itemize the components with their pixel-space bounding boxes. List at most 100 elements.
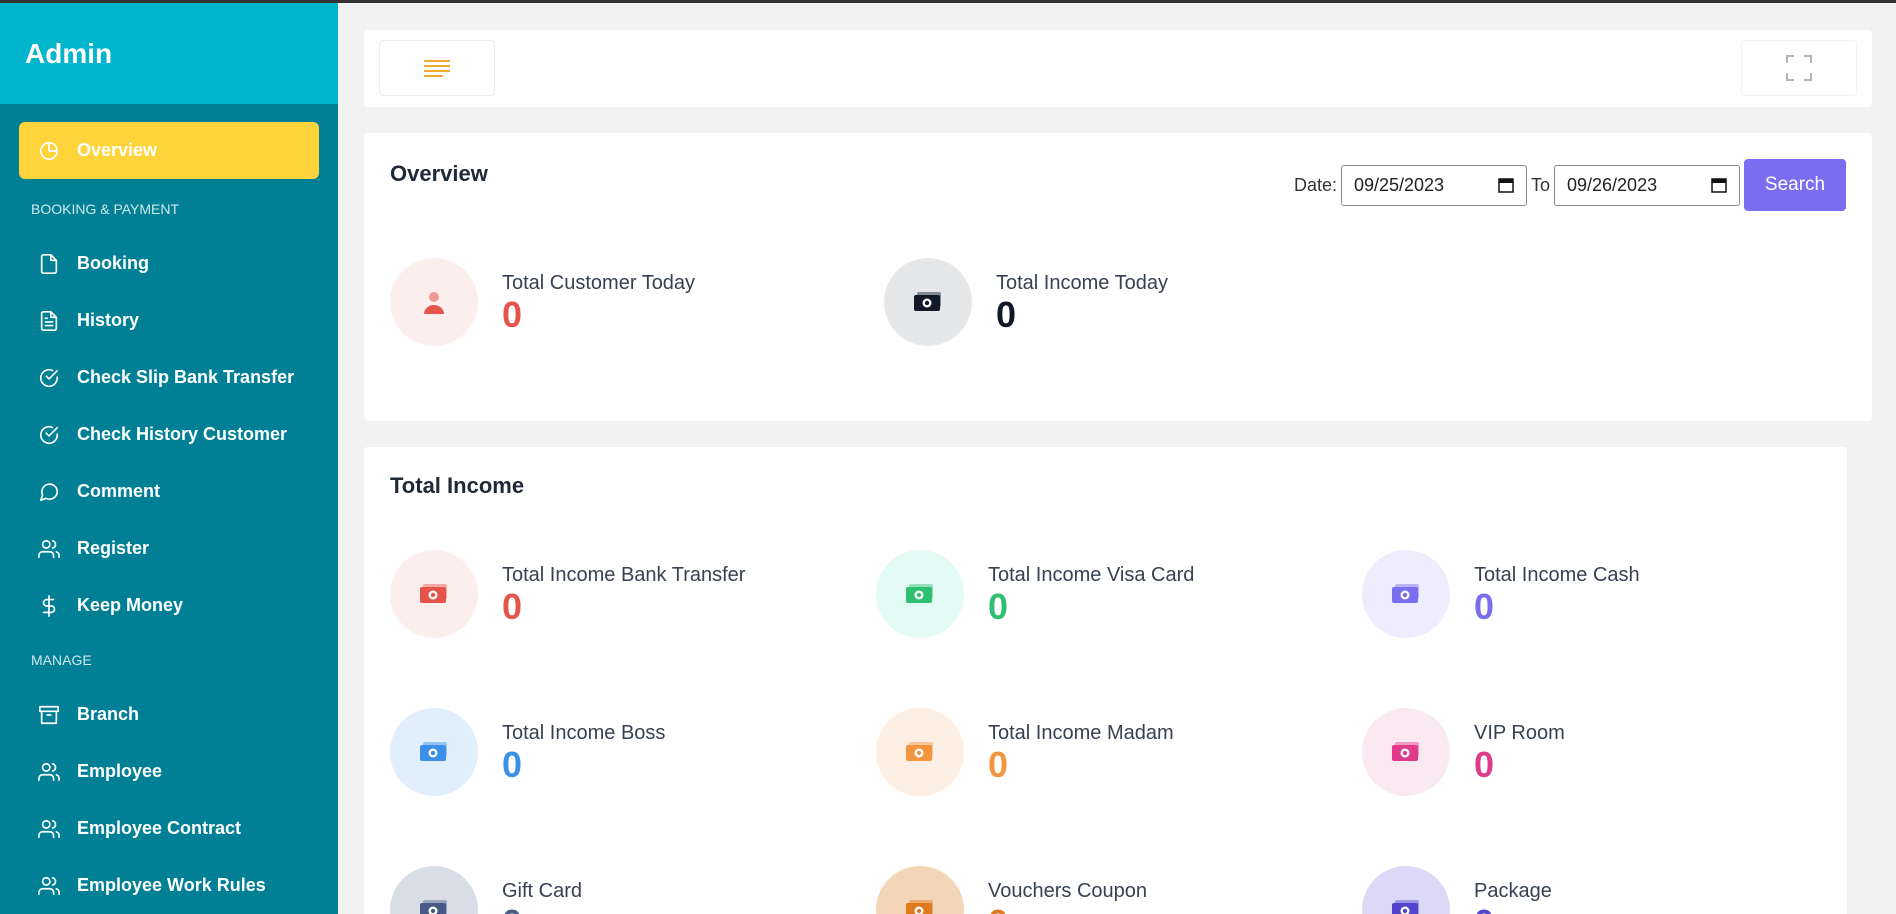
money-icon [1362, 866, 1450, 914]
money-icon [390, 708, 478, 796]
stat-gift-card: Gift Card 0 [390, 866, 582, 914]
stat-value: 0 [502, 585, 523, 627]
stat-total-income-today: Total Income Today 0 [884, 258, 1168, 346]
sidebar-item-label: Branch [77, 704, 140, 724]
dollar-icon [38, 594, 60, 617]
sidebar-item-keep-money[interactable]: Keep Money [19, 577, 319, 634]
stat-label: Gift Card [502, 879, 583, 902]
sidebar-item-employee[interactable]: Employee [19, 743, 319, 800]
stat-total-income-boss: Total Income Boss 0 [390, 708, 665, 796]
money-icon [390, 866, 478, 914]
search-button[interactable]: Search [1744, 159, 1846, 211]
sidebar-section-label: MANAGE [31, 652, 92, 668]
stat-value: 0 [1474, 743, 1495, 785]
users-icon [38, 761, 60, 783]
stat-total-income-cash: Total Income Cash 0 [1362, 550, 1640, 638]
archive-icon [38, 704, 60, 726]
sidebar-item-check-history-customer[interactable]: Check History Customer [19, 406, 319, 463]
overview-title: Overview [390, 161, 488, 186]
sidebar-item-label: Register [77, 538, 150, 558]
money-icon [876, 708, 964, 796]
sidebar-item-label: Employee Work Rules [77, 875, 266, 895]
fullscreen-button[interactable] [1741, 40, 1857, 96]
sidebar-item-label: Check Slip Bank Transfer [77, 367, 295, 387]
sidebar-item-label: Overview [77, 140, 158, 160]
sidebar-item-register[interactable]: Register [19, 520, 319, 577]
stat-value: 0 [502, 743, 523, 785]
file-text-icon [38, 310, 60, 332]
stat-value: 0 [1474, 904, 1552, 914]
brand-title: Admin [0, 3, 338, 104]
money-icon [390, 550, 478, 638]
money-icon [876, 866, 964, 914]
stat-label: Package [1474, 879, 1552, 902]
stat-label: Total Income Boss [502, 721, 666, 744]
stat-total-income-madam: Total Income Madam 0 [876, 708, 1174, 796]
total-income-title: Total Income [390, 473, 525, 498]
users-icon [38, 538, 60, 560]
sidebar-item-employee-contract[interactable]: Employee Contract [19, 800, 319, 857]
sidebar-item-branch[interactable]: Branch [19, 686, 319, 743]
total-income-card: Total Income Total Income Bank Transfer 0… [364, 447, 1847, 914]
stat-vouchers-coupon: Vouchers Coupon 0 [876, 866, 1147, 914]
fullscreen-icon [1786, 55, 1812, 81]
stat-label: Total Income Madam [988, 721, 1174, 744]
stat-value: 0 [502, 904, 582, 914]
sidebar-item-label: Comment [77, 481, 161, 501]
sidebar-item-comment[interactable]: Comment [19, 463, 319, 520]
stat-label: VIP Room [1474, 721, 1565, 744]
calendar-icon [1498, 178, 1514, 193]
stat-label: Vouchers Coupon [988, 879, 1148, 902]
stat-label: Total Income Bank Transfer [502, 563, 746, 586]
stat-label: Total Income Visa Card [988, 563, 1195, 586]
stat-total-income-visa-card: Total Income Visa Card 0 [876, 550, 1194, 638]
sidebar-item-booking[interactable]: Booking [19, 235, 319, 292]
stat-total-customer-today: Total Customer Today 0 [390, 258, 695, 346]
stat-label: Total Customer Today [502, 271, 696, 294]
stat-vip-room: VIP Room 0 [1362, 708, 1565, 796]
money-icon [1362, 708, 1450, 796]
check-circle-icon [38, 424, 60, 446]
date-to-input[interactable]: 09/26/2023 [1554, 164, 1740, 206]
sidebar-item-check-slip-bank-transfer[interactable]: Check Slip Bank Transfer [19, 349, 319, 406]
date-from-value: 09/25/2023 [1353, 174, 1445, 195]
pie-chart-icon [38, 140, 60, 162]
sidebar: Admin Overview BOOKING & PAYMENT Booking Hi… [0, 3, 338, 914]
stat-label: Total Income Today [996, 271, 1168, 294]
sidebar-item-label: Employee [77, 761, 163, 781]
sidebar-item-label: History [77, 310, 140, 330]
date-label: Date: [1293, 174, 1337, 195]
sidebar-menu: Overview BOOKING & PAYMENT Booking History C… [0, 104, 338, 914]
sidebar-item-employee-work-rules[interactable]: Employee Work Rules [19, 857, 319, 914]
date-filter: Date: 09/25/2023 To 09/26/2023 Search [1294, 159, 1846, 211]
users-icon [38, 875, 60, 897]
menu-toggle-button[interactable] [379, 40, 495, 96]
stat-value: 0 [988, 585, 1009, 627]
stat-value: 0 [996, 293, 1017, 335]
money-icon [1362, 550, 1450, 638]
users-icon [38, 818, 60, 840]
sidebar-item-label: Employee Contract [77, 818, 242, 838]
sidebar-item-label: Keep Money [77, 595, 184, 615]
money-icon [876, 550, 964, 638]
date-from-input[interactable]: 09/25/2023 [1340, 164, 1527, 206]
user-icon [390, 258, 478, 346]
file-icon [38, 253, 60, 275]
stat-value: 0 [988, 904, 1147, 914]
sidebar-section-label: BOOKING & PAYMENT [31, 201, 180, 217]
stat-value: 0 [1474, 585, 1495, 627]
stat-total-income-bank-transfer: Total Income Bank Transfer 0 [390, 550, 745, 638]
top-bar [364, 30, 1872, 107]
stat-package: Package 0 [1362, 866, 1552, 914]
hamburger-icon [424, 60, 450, 77]
overview-card: Overview Date: 09/25/2023 To 09/26/2023 … [364, 133, 1872, 421]
calendar-icon [1711, 178, 1727, 193]
stat-label: Total Income Cash [1474, 563, 1640, 586]
sidebar-item-label: Check History Customer [77, 424, 288, 444]
stat-value: 0 [988, 743, 1009, 785]
sidebar-item-label: Booking [77, 253, 149, 273]
to-label: To [1530, 174, 1550, 195]
sidebar-item-overview[interactable]: Overview [19, 122, 319, 179]
sidebar-item-history[interactable]: History [19, 292, 319, 349]
date-to-value: 09/26/2023 [1567, 174, 1658, 195]
